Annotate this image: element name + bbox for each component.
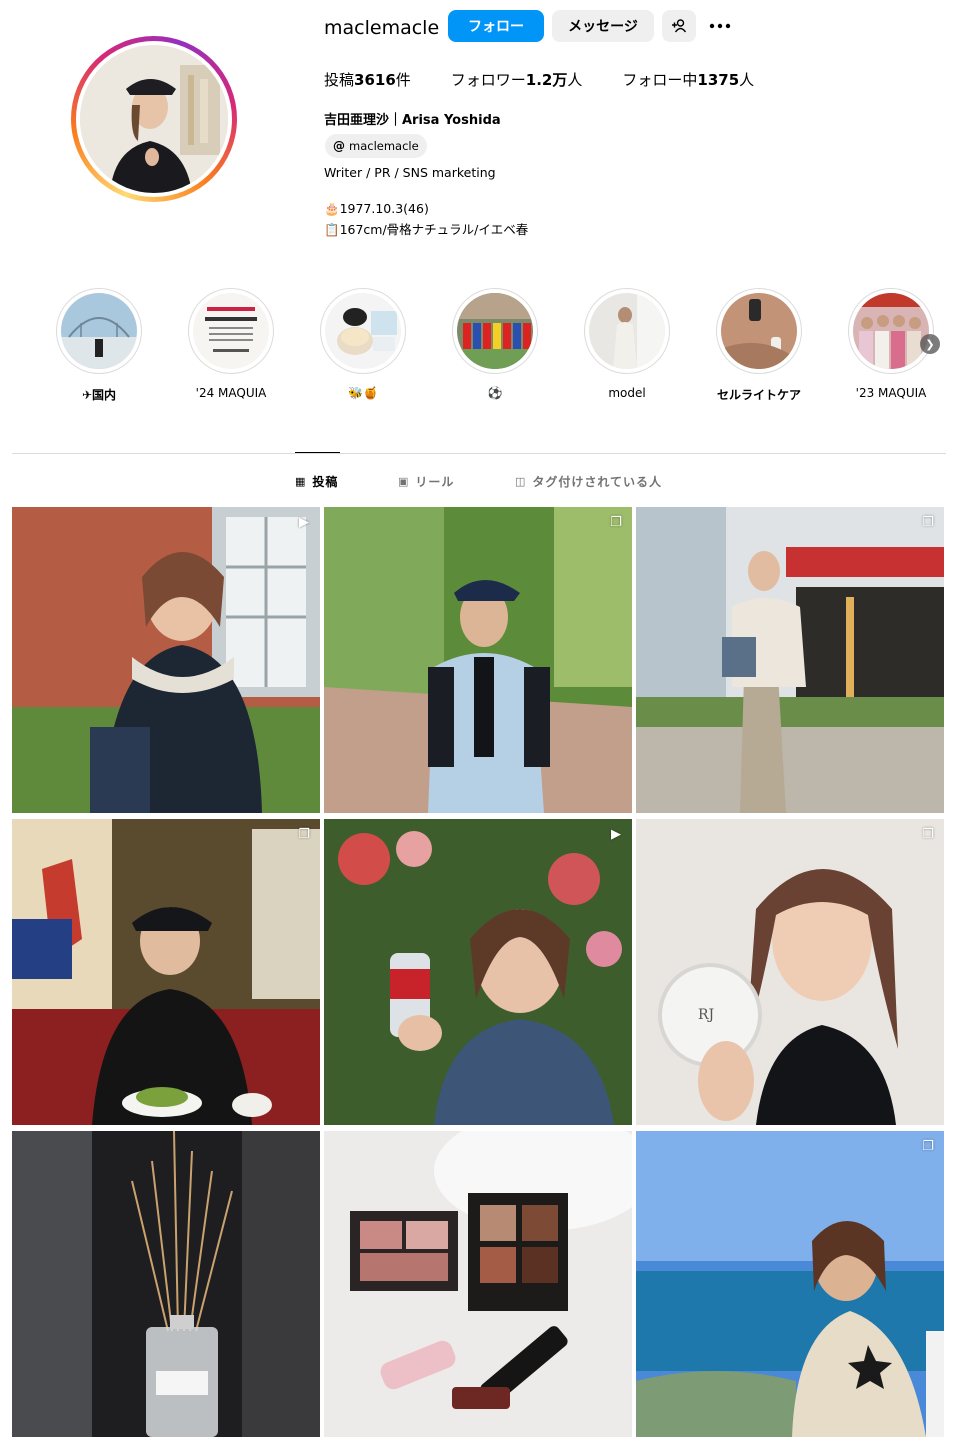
highlight-cover [853, 293, 929, 369]
highlight-item[interactable]: '24 MAQUIA [186, 288, 276, 400]
highlight-item[interactable]: セルライトケア [714, 288, 804, 403]
threads-icon: @ [333, 139, 345, 153]
tabs-divider [12, 453, 946, 454]
followers-label: フォロワー [450, 71, 526, 89]
posts-value: 3616 [354, 71, 396, 89]
highlight-cover [721, 293, 797, 369]
carousel-icon: ❐ [922, 827, 934, 842]
followers-value: 1.2万 [525, 71, 568, 89]
highlight-item[interactable]: model [582, 288, 672, 400]
following-count[interactable]: フォロー中1375人 [622, 69, 754, 90]
highlight-label: セルライトケア [716, 388, 801, 402]
followers-unit: 人 [567, 71, 583, 89]
threads-handle: maclemacle [349, 139, 419, 153]
avatar [80, 45, 228, 193]
highlight-item[interactable]: ✈国内 [54, 288, 144, 403]
tab-tagged[interactable]: ◫ タグ付けされている人 [515, 473, 662, 490]
tab-posts[interactable]: ▦ 投稿 [295, 473, 338, 490]
carousel-icon: ❐ [922, 515, 934, 530]
more-options-button[interactable] [706, 10, 734, 42]
tab-posts-label: 投稿 [312, 475, 339, 489]
highlight-cover [61, 293, 137, 369]
post-tile[interactable]: ❐ [636, 1131, 944, 1437]
tab-reels[interactable]: ▣ リール [398, 473, 454, 490]
following-value: 1375 [697, 71, 740, 89]
follow-button[interactable]: フォロー [448, 10, 544, 42]
highlight-label: 🐝🍯 [348, 386, 378, 400]
highlight-cover [589, 293, 665, 369]
reel-icon: ▶ [611, 827, 621, 842]
post-tile[interactable] [12, 1131, 320, 1437]
bio-line-2: 🎂1977.10.3(46) [324, 201, 429, 216]
highlight-label: '24 MAQUIA [195, 386, 267, 400]
username: maclemacle [324, 17, 440, 39]
posts-count: 投稿3616件 [324, 69, 411, 90]
highlight-label: ✈国内 [81, 388, 117, 402]
threads-link[interactable]: @ maclemacle [325, 134, 427, 158]
highlight-cover [457, 293, 533, 369]
posts-unit: 件 [395, 71, 411, 89]
highlight-label: model [608, 386, 646, 400]
carousel-icon: ❐ [610, 515, 622, 530]
highlight-cover [193, 293, 269, 369]
post-tile[interactable]: RJ ❐ [636, 819, 944, 1125]
grid-icon: ▦ [295, 475, 307, 488]
add-user-icon [672, 19, 687, 33]
full-name: 吉田亜理沙｜Arisa Yoshida [324, 113, 501, 128]
highlight-item[interactable]: 🐝🍯 [318, 288, 408, 400]
bio-line-3: 📋167cm/骨格ナチュラル/イエベ春 [324, 222, 529, 237]
reels-icon: ▣ [398, 475, 410, 488]
post-tile[interactable]: ❐ [12, 819, 320, 1125]
chevron-right-icon: ❯ [925, 337, 935, 351]
tagged-icon: ◫ [515, 475, 527, 488]
posts-label: 投稿 [324, 71, 355, 89]
message-button[interactable]: メッセージ [552, 10, 654, 42]
following-unit: 人 [739, 71, 755, 89]
highlight-item[interactable]: ⚽ [450, 288, 540, 400]
tab-reels-label: リール [415, 475, 455, 489]
bio-line-1: Writer / PR / SNS marketing [324, 165, 496, 180]
add-user-button[interactable] [662, 10, 696, 42]
svg-text:RJ: RJ [698, 1007, 714, 1023]
profile-stats: 投稿3616件 フォロワー1.2万人 フォロー中1375人 [324, 69, 794, 90]
highlight-label: '23 MAQUIA [855, 386, 927, 400]
highlight-label: ⚽ [487, 386, 503, 400]
post-tile[interactable]: ❐ [324, 507, 632, 813]
profile-avatar[interactable] [71, 36, 237, 202]
highlights-next-button[interactable]: ❯ [920, 334, 940, 354]
active-tab-indicator [295, 452, 340, 453]
post-tile[interactable]: ▶ [12, 507, 320, 813]
post-tile[interactable]: ❐ [636, 507, 944, 813]
carousel-icon: ❐ [922, 1139, 934, 1154]
post-tile[interactable]: ▶ [324, 819, 632, 1125]
more-options-icon [709, 23, 731, 29]
following-label: フォロー中 [622, 71, 698, 89]
tab-tagged-label: タグ付けされている人 [532, 475, 663, 489]
reel-icon: ▶ [299, 515, 309, 530]
post-tile[interactable] [324, 1131, 632, 1437]
followers-count[interactable]: フォロワー1.2万人 [451, 69, 583, 90]
carousel-icon: ❐ [298, 827, 310, 842]
highlight-cover [325, 293, 401, 369]
